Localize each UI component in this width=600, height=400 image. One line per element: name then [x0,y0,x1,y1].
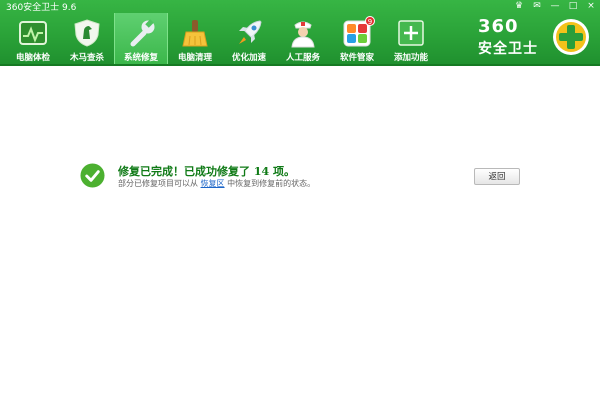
brand-logo: 360 安全卫士 [478,16,590,60]
close-button[interactable]: × [582,0,600,14]
account-icon[interactable]: ♛ [510,0,528,14]
top-banner: 360安全卫士 9.6 ♛ ✉ — □ × 电脑体检 木马查杀 系统修复 电脑清… [0,0,600,66]
wrench-icon [130,19,155,47]
nav-item-add-feature[interactable]: 添加功能 [384,13,438,66]
nav-label-cleanup: 电脑清理 [177,53,212,63]
plus-box-icon [398,20,424,46]
nav-item-speedup[interactable]: 优化加速 [222,13,276,66]
message-icon[interactable]: ✉ [528,0,546,14]
checkup-icon [19,21,47,45]
nav-label-software-manager: 软件管家 [339,53,374,63]
nav-item-trojan-scan[interactable]: 木马查杀 [60,13,114,66]
horse-shield-icon [74,19,100,47]
nav-label-speedup: 优化加速 [231,53,266,63]
nav-label-manual-service: 人工服务 [285,53,320,63]
back-button[interactable]: 返回 [474,168,520,185]
nav-item-system-repair[interactable]: 系统修复 [114,13,168,66]
main-nav: 电脑体检 木马查杀 系统修复 电脑清理 优化加速 人工服务 9 软件管家 添加功… [6,13,438,66]
broom-icon [182,20,208,47]
rocket-icon [239,20,262,44]
brand-number: 360 [478,16,519,37]
maximize-button[interactable]: □ [564,0,582,14]
nav-label-system-repair: 系统修复 [123,53,158,63]
nav-label-add-feature: 添加功能 [393,53,428,63]
brand-text: 安全卫士 [478,41,538,57]
restore-area-link[interactable]: 恢复区 [201,179,225,188]
nav-label-trojan-scan: 木马查杀 [69,53,104,63]
nav-item-software-manager[interactable]: 9 软件管家 [330,13,384,66]
nav-item-checkup[interactable]: 电脑体检 [6,13,60,66]
minimize-button[interactable]: — [546,0,564,14]
plus-logo-icon [553,19,589,55]
subtitle-prefix: 部分已修复项目可以从 [118,179,198,188]
check-circle-icon [80,163,105,188]
nav-label-checkup: 电脑体检 [15,53,50,63]
doctor-icon [291,21,315,48]
result-title: 修复已完成！已成功修复了 14 项。 [118,165,295,178]
nav-item-manual-service[interactable]: 人工服务 [276,13,330,66]
window-controls: ♛ ✉ — □ × [510,0,600,12]
update-count-badge: 9 [365,16,375,26]
subtitle-suffix: 中恢复到修复前的状态。 [227,179,316,188]
result-subtitle: 部分已修复项目可以从 恢复区 中恢复到修复前的状态。 [118,178,315,189]
nav-item-cleanup[interactable]: 电脑清理 [168,13,222,66]
